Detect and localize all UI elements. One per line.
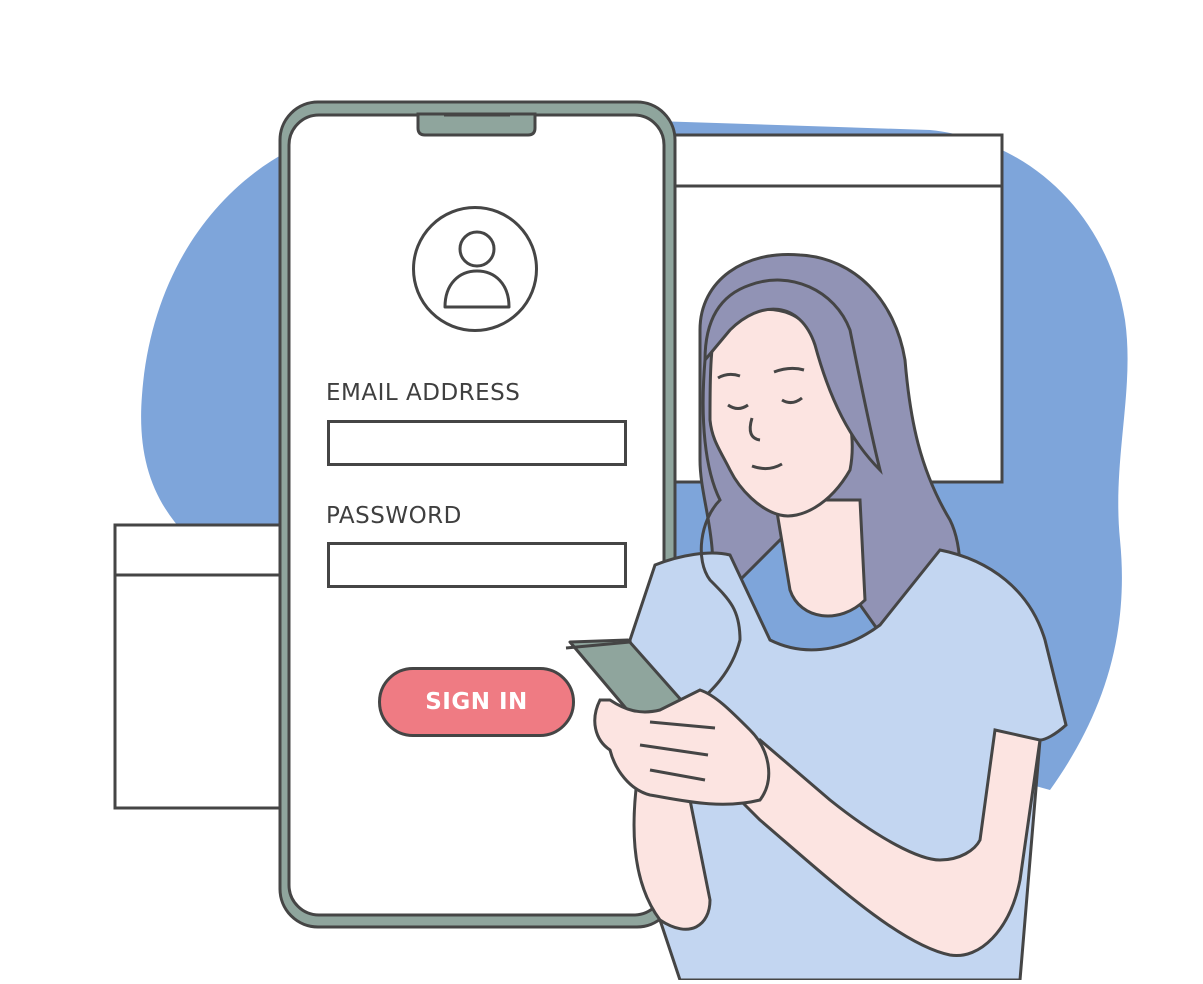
- email-label: EMAIL ADDRESS: [326, 380, 521, 406]
- email-field[interactable]: [327, 420, 627, 466]
- password-field[interactable]: [327, 542, 627, 588]
- user-avatar-icon: [412, 206, 538, 332]
- login-illustration: EMAIL ADDRESS PASSWORD SIGN IN: [0, 0, 1203, 982]
- login-screen: EMAIL ADDRESS PASSWORD SIGN IN: [289, 115, 654, 915]
- sign-in-button[interactable]: SIGN IN: [378, 667, 575, 737]
- password-label: PASSWORD: [326, 503, 462, 529]
- browser-window-left: [113, 523, 292, 810]
